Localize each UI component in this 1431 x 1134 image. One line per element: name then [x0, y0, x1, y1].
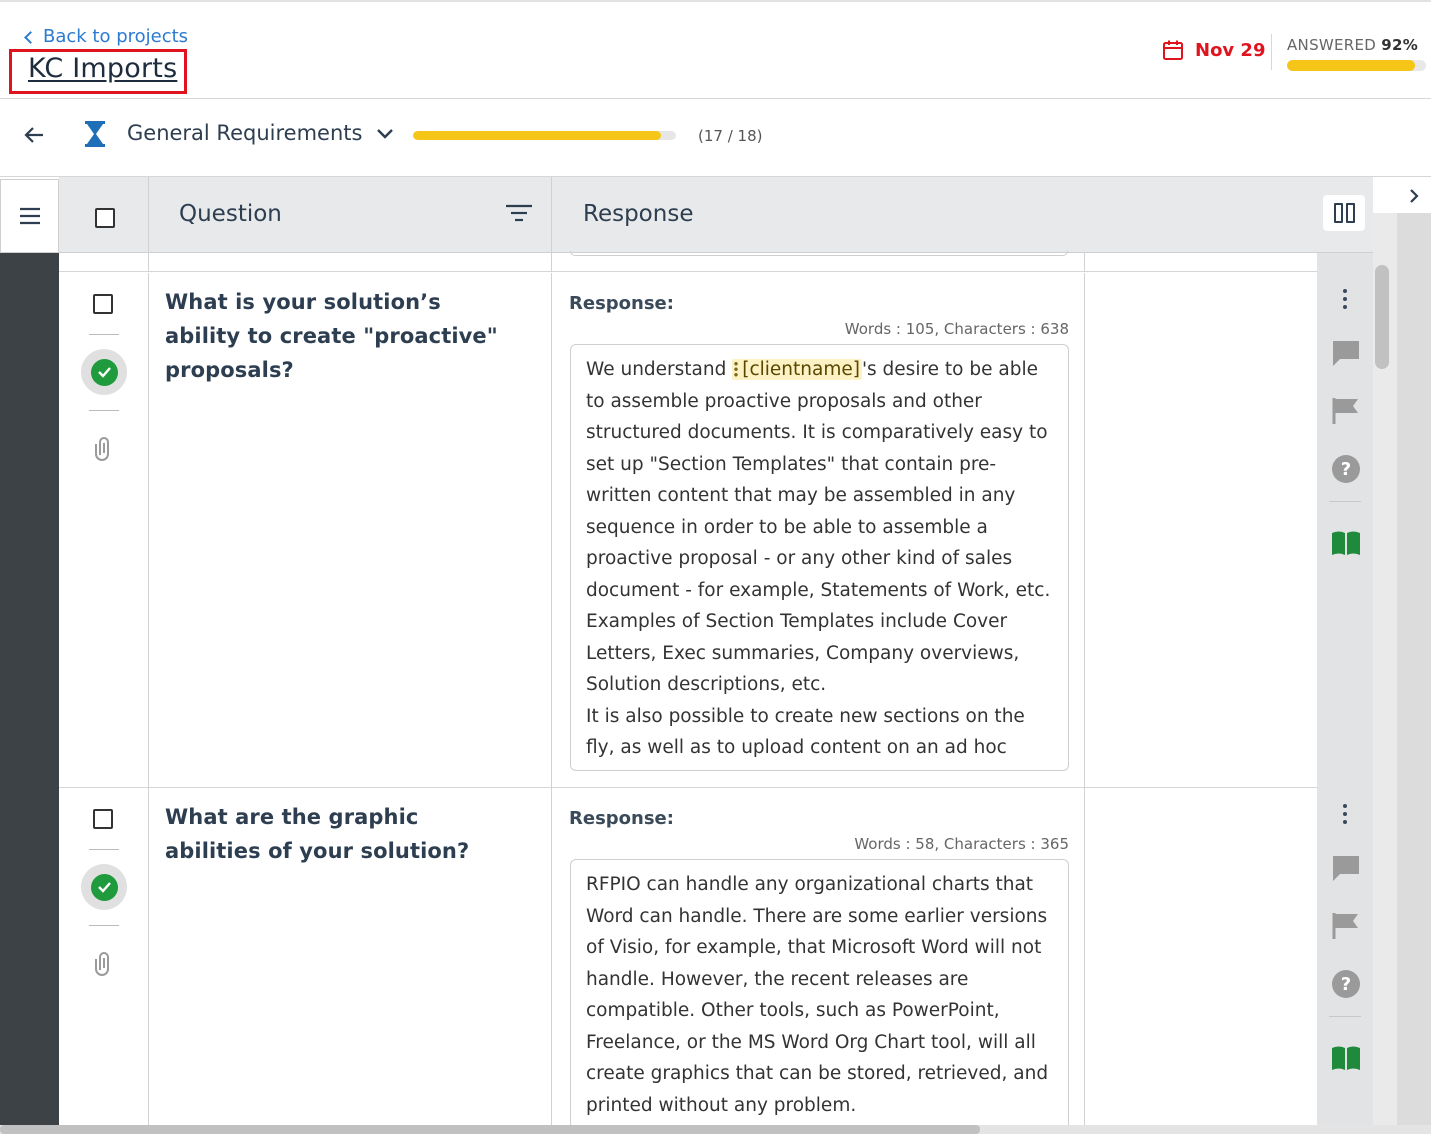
split-view-button[interactable]: [1323, 195, 1365, 231]
response-label: Response:: [569, 808, 674, 829]
section-progress-bar: [413, 131, 676, 140]
section-progress-fill: [413, 131, 662, 140]
column-divider: [551, 177, 552, 253]
row-controls: [59, 788, 149, 1134]
header-divider: [1271, 34, 1272, 70]
answered-caption: ANSWERED: [1287, 36, 1377, 54]
more-options-icon[interactable]: [1343, 804, 1347, 828]
column-divider: [1084, 273, 1085, 788]
gutter-strip: [1397, 213, 1431, 1134]
section-title: General Requirements: [127, 121, 363, 145]
row-checkbox[interactable]: [93, 294, 113, 314]
library-book-icon[interactable]: [1331, 530, 1361, 556]
response-column-header: Response: [583, 201, 694, 227]
comment-icon[interactable]: [1331, 854, 1361, 882]
column-divider: [148, 177, 149, 253]
clientname-token[interactable]: [clientname]: [732, 359, 862, 380]
previous-row-partial: [59, 251, 1317, 272]
question-text: What is your solution’s ability to creat…: [165, 290, 498, 382]
flag-icon[interactable]: [1331, 397, 1361, 425]
question-column-header: Question: [179, 201, 282, 227]
response-text-after: 's desire to be able to assemble proacti…: [586, 359, 1051, 695]
word-count: Words : 58, Characters : 365: [854, 835, 1069, 853]
library-book-icon[interactable]: [1331, 1045, 1361, 1071]
questions-grid: Question Response What is your solution’…: [0, 177, 1431, 1134]
row-controls: [59, 273, 149, 787]
due-date: Nov 29: [1161, 38, 1265, 62]
chevron-down-icon[interactable]: [374, 123, 396, 145]
hamburger-icon: [19, 207, 40, 225]
arrow-left-icon[interactable]: [22, 123, 46, 147]
svg-text:?: ?: [1341, 974, 1351, 995]
response-text-paragraph-2: It is also possible to create new sectio…: [586, 705, 1025, 771]
check-icon: [97, 882, 111, 893]
calendar-icon: [1163, 40, 1183, 60]
divider: [89, 410, 119, 411]
drag-handle-icon: [734, 361, 739, 377]
back-to-projects-label: Back to projects: [43, 26, 189, 47]
more-options-icon[interactable]: [1343, 289, 1347, 313]
help-icon[interactable]: ?: [1331, 969, 1361, 999]
split-columns-icon: [1333, 203, 1343, 223]
response-editor[interactable]: We understand [clientname]'s desire to b…: [570, 344, 1069, 771]
table-row: What are the graphic abilities of your s…: [59, 788, 1317, 1134]
answered-percent: 92%: [1381, 36, 1419, 54]
column-divider: [148, 253, 149, 272]
section-progress-count: (17 / 18): [698, 127, 763, 145]
chevron-right-icon: [1410, 189, 1419, 203]
row-actions: ?: [1317, 273, 1373, 788]
top-header: Back to projects KC Imports Nov 29 ANSWE…: [0, 0, 1431, 99]
answered-progress-bar: [1287, 60, 1426, 71]
divider: [89, 849, 119, 850]
chevron-left-icon: [24, 30, 37, 44]
answered-label: ANSWERED 92%: [1287, 36, 1418, 54]
row-actions: ?: [1317, 788, 1373, 1134]
project-title[interactable]: KC Imports: [28, 53, 177, 84]
row-checkbox[interactable]: [93, 809, 113, 829]
question-text: What are the graphic abilities of your s…: [165, 805, 470, 863]
column-divider: [551, 253, 552, 272]
filter-icon[interactable]: [505, 203, 533, 225]
grid-header: Question Response: [59, 177, 1317, 253]
response-editor[interactable]: RFPIO can handle any organizational char…: [570, 859, 1069, 1134]
split-columns-icon: [1345, 203, 1355, 223]
expand-panel-button[interactable]: [1397, 179, 1431, 213]
back-to-projects-link[interactable]: Back to projects: [24, 26, 189, 47]
status-complete-badge[interactable]: [81, 864, 127, 910]
divider: [1329, 1016, 1361, 1017]
response-text: RFPIO can handle any organizational char…: [586, 874, 1049, 1116]
column-divider: [1084, 788, 1085, 1134]
paperclip-icon[interactable]: [93, 435, 115, 461]
comment-icon[interactable]: [1331, 339, 1361, 367]
menu-button[interactable]: [0, 179, 59, 253]
table-row: What is your solution’s ability to creat…: [59, 273, 1317, 788]
check-icon: [97, 367, 111, 378]
response-label: Response:: [569, 293, 674, 314]
paperclip-icon[interactable]: [93, 950, 115, 976]
divider: [1329, 501, 1361, 502]
help-icon[interactable]: ?: [1331, 454, 1361, 484]
status-complete-badge[interactable]: [81, 349, 127, 395]
previous-response-box: [570, 251, 1068, 256]
column-divider: [1084, 253, 1085, 272]
svg-text:?: ?: [1341, 459, 1351, 480]
horizontal-scrollbar-thumb[interactable]: [0, 1125, 980, 1134]
due-date-text: Nov 29: [1195, 39, 1266, 61]
hourglass-icon: [85, 121, 105, 147]
divider: [89, 925, 119, 926]
vertical-scrollbar[interactable]: [1375, 265, 1389, 369]
select-all-checkbox[interactable]: [95, 208, 115, 228]
answered-progress-fill: [1287, 60, 1415, 71]
horizontal-scrollbar[interactable]: [0, 1125, 1431, 1134]
column-divider: [551, 273, 552, 788]
left-rail: [0, 253, 59, 1134]
column-divider: [551, 788, 552, 1134]
word-count: Words : 105, Characters : 638: [844, 320, 1069, 338]
divider: [89, 334, 119, 335]
flag-icon[interactable]: [1331, 912, 1361, 940]
response-text-before: We understand: [586, 359, 733, 380]
token-label: [clientname]: [742, 359, 860, 380]
